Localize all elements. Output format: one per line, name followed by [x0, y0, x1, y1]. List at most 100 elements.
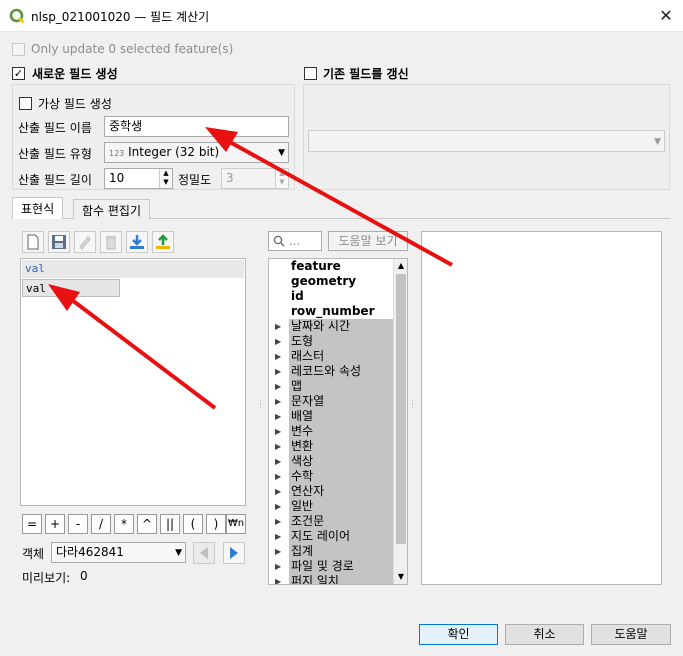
cancel-button[interactable]: 취소 — [505, 624, 584, 645]
tree-group-label: 퍼지 일치 — [291, 574, 339, 585]
operator-open-paren-button[interactable]: ( — [183, 514, 203, 534]
expand-arrow-icon[interactable]: ▶ — [275, 484, 281, 499]
spin-arrows-icon[interactable]: ▲ ▼ — [159, 169, 172, 188]
output-name-label: 산출 필드 이름 — [18, 121, 92, 135]
virtual-field-checkbox[interactable] — [19, 97, 32, 110]
operator-equals-button[interactable]: = — [22, 514, 42, 534]
new-file-icon[interactable] — [22, 231, 44, 253]
qgis-logo-icon — [9, 8, 25, 24]
output-length-label: 산출 필드 길이 — [18, 173, 92, 187]
tab-function-editor[interactable]: 함수 편집기 — [73, 199, 151, 219]
function-tree[interactable]: feature geometry id row_number ▶ 날짜와 시간 ▶ 도… — [268, 258, 408, 585]
expand-arrow-icon[interactable]: ▶ — [275, 514, 281, 529]
tree-group-label: 레코드와 속성 — [291, 364, 362, 378]
scroll-up-icon[interactable]: ▲ — [394, 259, 407, 273]
tree-group-label: 배열 — [291, 409, 314, 423]
operator-plus-button[interactable]: + — [45, 514, 65, 534]
integer-type-icon: 123 — [109, 149, 125, 158]
expression-line: val — [25, 262, 45, 275]
feature-value: 다라462841 — [56, 545, 124, 559]
tree-group-label: 도형 — [291, 334, 314, 348]
expand-arrow-icon[interactable]: ▶ — [275, 544, 281, 559]
expression-editor[interactable]: val val — [20, 258, 246, 506]
save-icon[interactable] — [48, 231, 70, 253]
tree-group-label: 래스터 — [291, 349, 325, 363]
output-type-label: 산출 필드 유형 — [18, 147, 92, 161]
expand-arrow-icon[interactable]: ▶ — [275, 364, 281, 379]
export-icon[interactable] — [152, 231, 174, 253]
expand-arrow-icon[interactable]: ▶ — [275, 439, 281, 454]
expand-arrow-icon[interactable]: ▶ — [275, 469, 281, 484]
tree-group-label: 날짜와 시간 — [291, 319, 351, 333]
expand-arrow-icon[interactable]: ▶ — [275, 529, 281, 544]
operator-close-paren-button[interactable]: ) — [206, 514, 226, 534]
precision-label: 정밀도 — [178, 173, 212, 187]
current-line-highlight — [22, 260, 244, 278]
previous-feature-button — [193, 542, 215, 564]
expand-arrow-icon[interactable]: ▶ — [275, 409, 281, 424]
expand-arrow-icon[interactable]: ▶ — [275, 574, 281, 584]
update-field-label: 기존 필드를 갱신 — [323, 67, 409, 81]
tree-group-label: 연산자 — [291, 484, 325, 498]
operator-concat-button[interactable]: || — [160, 514, 180, 534]
update-field-checkbox[interactable] — [304, 67, 317, 80]
operator-newline-button[interactable]: ₩n — [226, 514, 246, 534]
expand-arrow-icon[interactable]: ▶ — [275, 499, 281, 514]
edit-icon — [74, 231, 96, 253]
expand-arrow-icon[interactable]: ▶ — [275, 319, 281, 334]
tree-group-label: 파일 및 경로 — [291, 559, 354, 573]
output-name-input[interactable]: 중학생 — [104, 116, 289, 137]
tree-group-label: 변환 — [291, 439, 314, 453]
tree-group-highlight — [289, 379, 393, 394]
ok-button[interactable]: 확인 — [419, 624, 498, 645]
feature-combo[interactable]: 다라462841 ▼ — [51, 542, 186, 563]
import-icon[interactable] — [126, 231, 148, 253]
close-button[interactable]: ✕ — [653, 4, 679, 28]
scroll-down-icon[interactable]: ▼ — [394, 570, 407, 584]
splitter-handle[interactable]: ⋮ — [256, 400, 265, 410]
new-field-checkbox[interactable]: ✓ — [12, 67, 25, 80]
autocomplete-item[interactable]: val — [26, 282, 46, 295]
precision-spinbox[interactable]: 3 ▲ ▼ — [221, 168, 289, 189]
next-feature-button[interactable] — [223, 542, 245, 564]
tree-group-label: 조건문 — [291, 514, 325, 528]
function-help-panel — [421, 231, 662, 585]
splitter-handle[interactable]: ⋮ — [408, 400, 417, 410]
title-bar: nlsp_021001020 — 필드 계산기 ✕ — [0, 0, 683, 32]
expand-arrow-icon[interactable]: ▶ — [275, 349, 281, 364]
help-button[interactable]: 도움말 — [591, 624, 671, 645]
output-length-value: 10 — [109, 171, 125, 185]
output-type-combo[interactable]: 123 Integer (32 bit) ▼ — [104, 142, 289, 163]
expand-arrow-icon[interactable]: ▶ — [275, 379, 281, 394]
scrollbar-thumb[interactable] — [396, 274, 406, 544]
operator-power-button[interactable]: ^ — [137, 514, 157, 534]
tab-expression[interactable]: 표현식 — [12, 197, 64, 219]
operator-multiply-button[interactable]: * — [114, 514, 134, 534]
tree-group-label: 문자열 — [291, 394, 325, 408]
expand-arrow-icon[interactable]: ▶ — [275, 424, 281, 439]
virtual-field-label: 가상 필드 생성 — [38, 97, 112, 111]
tree-group-label: 수학 — [291, 469, 314, 483]
tree-scrollbar[interactable]: ▲ ▼ — [393, 259, 407, 584]
operator-minus-button[interactable]: - — [68, 514, 88, 534]
new-field-label: 새로운 필드 생성 — [32, 67, 118, 81]
operator-divide-button[interactable]: / — [91, 514, 111, 534]
show-help-button: 도움말 보기 — [328, 231, 408, 251]
chevron-down-icon: ▼ — [278, 148, 285, 158]
output-type-value: Integer (32 bit) — [128, 145, 220, 159]
autocomplete-popup[interactable]: val — [22, 279, 120, 297]
chevron-down-icon: ▼ — [175, 548, 182, 558]
function-tree-list: feature geometry id row_number ▶ 날짜와 시간 ▶ 도… — [269, 259, 393, 584]
expand-arrow-icon[interactable]: ▶ — [275, 559, 281, 574]
function-search-input[interactable]: ... — [268, 231, 322, 251]
expand-arrow-icon[interactable]: ▶ — [275, 334, 281, 349]
search-icon — [273, 235, 285, 247]
expand-arrow-icon[interactable]: ▶ — [275, 394, 281, 409]
output-length-spinbox[interactable]: 10 ▲ ▼ — [104, 168, 173, 189]
existing-field-combo: ▼ — [308, 130, 665, 152]
expand-arrow-icon[interactable]: ▶ — [275, 454, 281, 469]
feature-label: 객체 — [22, 547, 45, 561]
precision-value: 3 — [226, 171, 234, 185]
window-title: nlsp_021001020 — 필드 계산기 — [31, 10, 210, 24]
only-update-checkbox[interactable] — [12, 43, 25, 56]
